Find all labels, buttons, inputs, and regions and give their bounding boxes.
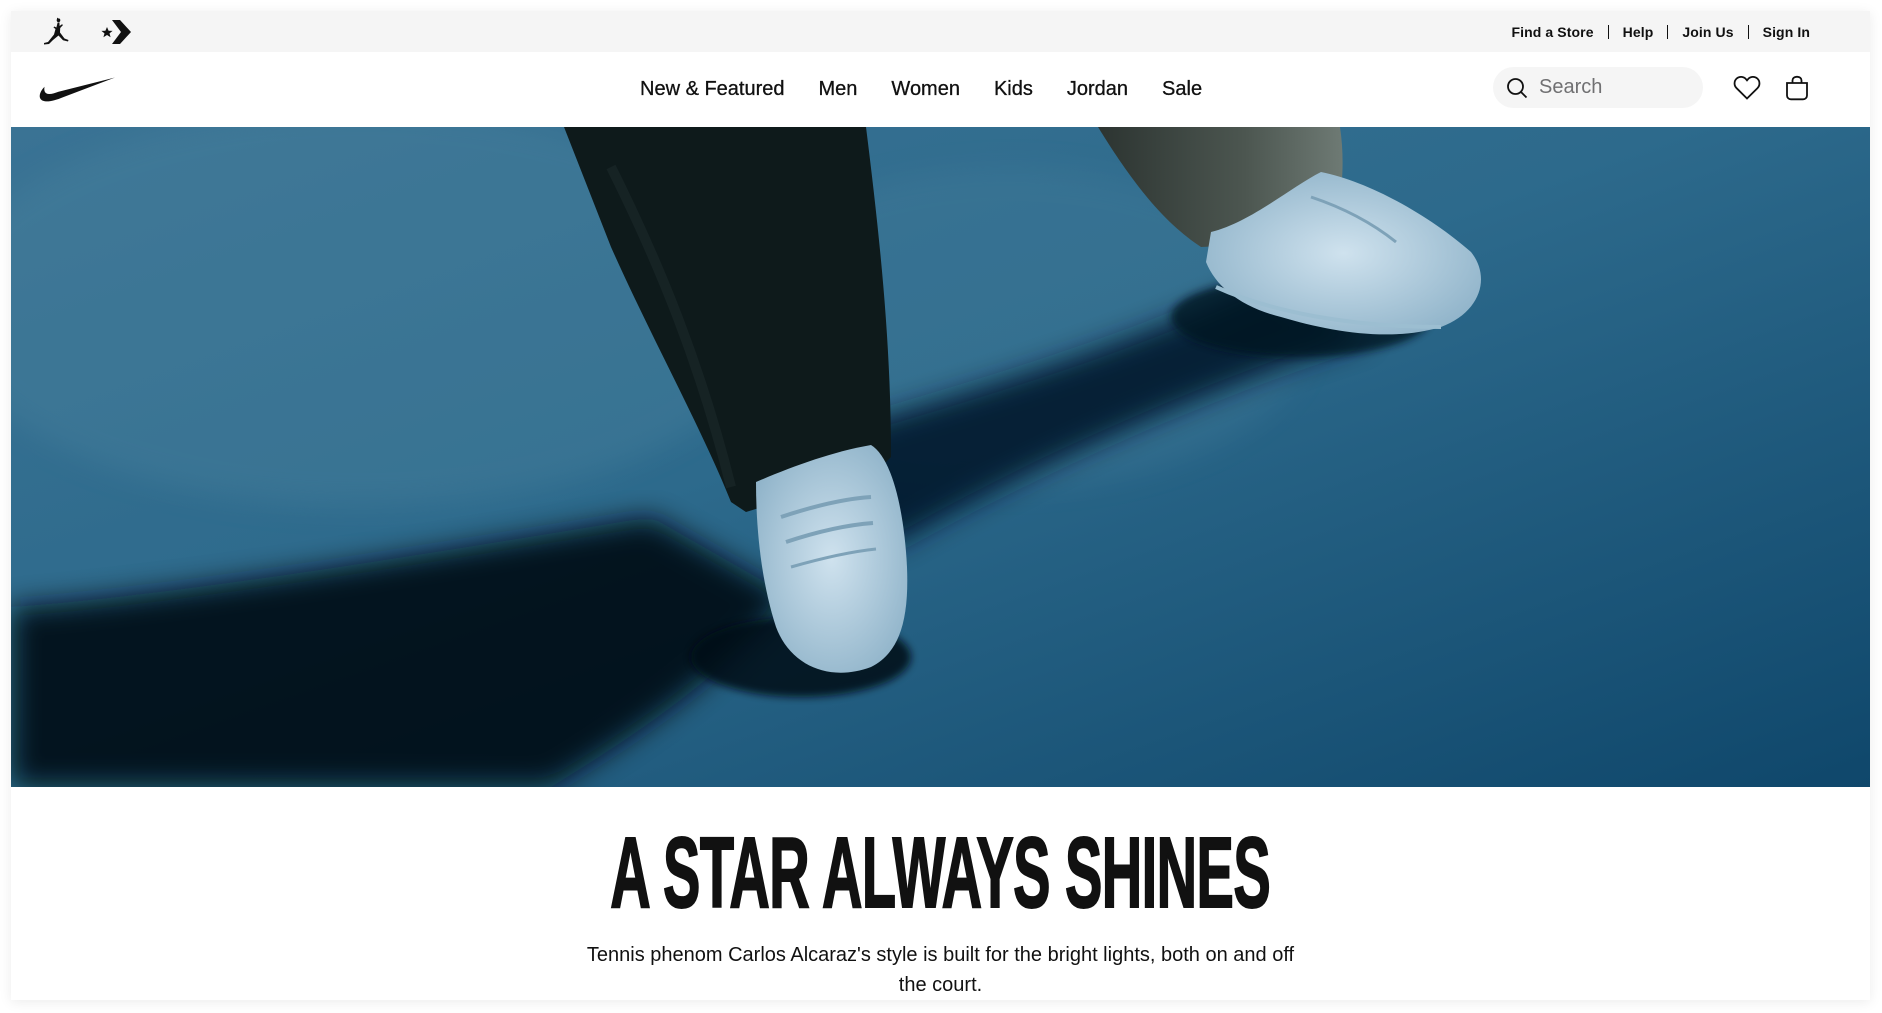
primary-nav: New & Featured Men Women Kids Jordan Sal…: [640, 52, 1219, 127]
converse-star-chevron-icon: [101, 20, 131, 44]
jordan-brand-link[interactable]: [39, 17, 73, 47]
main-navigation: New & Featured Men Women Kids Jordan Sal…: [11, 52, 1870, 127]
nav-men[interactable]: Men: [802, 78, 875, 101]
search-icon[interactable]: [1505, 76, 1529, 100]
divider: [1667, 24, 1669, 39]
sign-in-link[interactable]: Sign In: [1763, 24, 1810, 40]
divider: [1747, 24, 1749, 39]
utility-bar: Find a Store Help Join Us Sign In: [11, 11, 1870, 52]
nav-new-featured[interactable]: New & Featured: [640, 78, 802, 101]
promo-section: A STAR ALWAYS SHINES Tennis phenom Carlo…: [11, 787, 1870, 1000]
promo-headline: A STAR ALWAYS SHINES: [610, 817, 1272, 929]
jumpman-icon: [44, 17, 69, 45]
hero-image[interactable]: [11, 127, 1870, 787]
search-input[interactable]: [1539, 76, 1689, 99]
utility-links: Find a Store Help Join Us Sign In: [1512, 11, 1811, 52]
nike-home-link[interactable]: [38, 76, 116, 104]
nike-swoosh-icon: [39, 77, 116, 102]
join-us-link[interactable]: Join Us: [1682, 24, 1733, 40]
nav-kids[interactable]: Kids: [977, 78, 1050, 101]
search-box[interactable]: [1493, 67, 1703, 108]
converse-brand-link[interactable]: [99, 17, 133, 47]
find-a-store-link[interactable]: Find a Store: [1512, 24, 1594, 40]
bag-icon: [1786, 75, 1808, 101]
favorites-button[interactable]: [1729, 70, 1765, 106]
nav-sale[interactable]: Sale: [1145, 78, 1219, 101]
bag-button[interactable]: [1779, 70, 1815, 106]
nav-jordan[interactable]: Jordan: [1050, 78, 1145, 101]
hero-photo: [11, 127, 1870, 787]
heart-icon: [1733, 76, 1761, 100]
divider: [1607, 24, 1609, 39]
promo-subcopy: Tennis phenom Carlos Alcaraz's style is …: [586, 944, 1295, 996]
help-link[interactable]: Help: [1623, 24, 1654, 40]
nav-women[interactable]: Women: [874, 78, 977, 101]
page: Find a Store Help Join Us Sign In New & …: [11, 11, 1870, 1000]
